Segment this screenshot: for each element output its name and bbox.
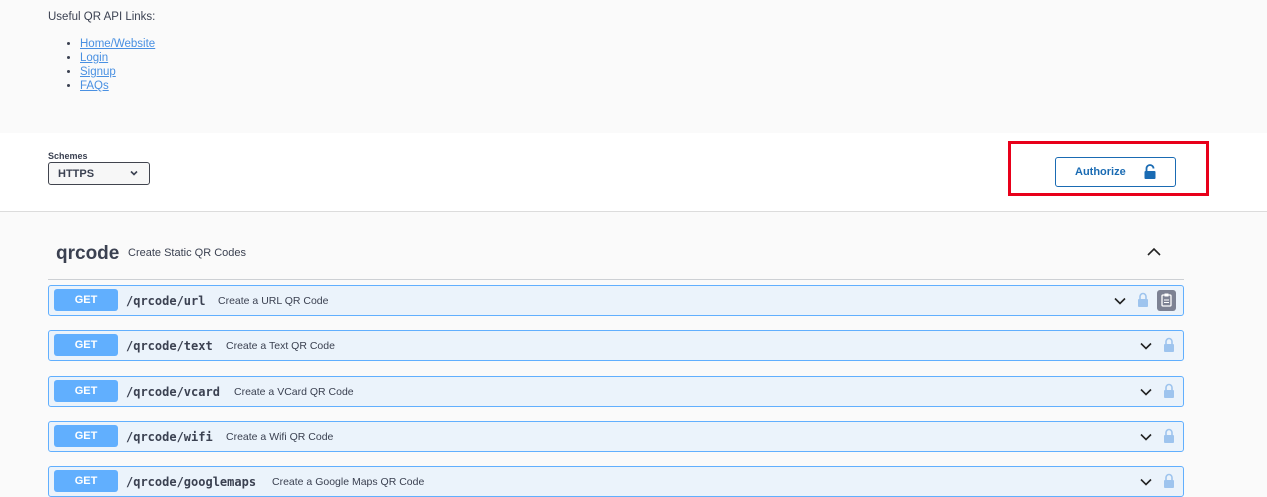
operation-get-qrcode-googlemaps[interactable]: GET /qrcode/googlemaps Create a Google M… (48, 466, 1184, 497)
operation-path: /qrcode/wifi (126, 430, 213, 444)
link-item: Signup (80, 65, 155, 79)
operation-summary: Create a VCard QR Code (234, 386, 354, 398)
method-badge: GET (54, 470, 118, 492)
chevron-up-icon[interactable] (1146, 246, 1162, 258)
link-item: Home/Website (80, 37, 155, 51)
lock-icon[interactable] (1163, 383, 1175, 399)
lock-icon[interactable] (1163, 337, 1175, 353)
chevron-down-icon[interactable] (1139, 476, 1153, 488)
chevron-down-icon[interactable] (1139, 431, 1153, 443)
operation-summary: Create a URL QR Code (218, 295, 329, 307)
method-badge: GET (54, 334, 118, 356)
chevron-down-icon[interactable] (1139, 386, 1153, 398)
authorize-button[interactable]: Authorize (1055, 157, 1176, 187)
method-badge: GET (54, 380, 118, 402)
link-item: Login (80, 51, 155, 65)
lock-icon[interactable] (1163, 428, 1175, 444)
lock-icon[interactable] (1137, 292, 1149, 308)
operation-path: /qrcode/text (126, 339, 213, 353)
info-section: Useful QR API Links: Home/Website Login … (0, 0, 1267, 133)
copy-to-clipboard-button[interactable] (1157, 290, 1176, 311)
home-website-link[interactable]: Home/Website (80, 38, 155, 50)
operation-path: /qrcode/url (126, 294, 206, 308)
operation-get-qrcode-wifi[interactable]: GET /qrcode/wifi Create a Wifi QR Code (48, 421, 1184, 452)
lock-icon[interactable] (1163, 473, 1175, 489)
method-badge: GET (54, 289, 118, 311)
method-badge: GET (54, 425, 118, 447)
chevron-down-icon[interactable] (1113, 295, 1127, 307)
schemes-label: Schemes (48, 151, 88, 161)
operation-get-qrcode-vcard[interactable]: GET /qrcode/vcard Create a VCard QR Code (48, 376, 1184, 407)
clipboard-icon (1161, 293, 1172, 307)
chevron-down-icon (130, 170, 138, 176)
login-link[interactable]: Login (80, 52, 108, 64)
schemes-selected-value: HTTPS (58, 168, 95, 180)
signup-link[interactable]: Signup (80, 66, 116, 78)
operation-get-qrcode-url[interactable]: GET /qrcode/url Create a URL QR Code (48, 285, 1184, 316)
intro-text: Useful QR API Links: (48, 11, 156, 23)
operation-path: /qrcode/googlemaps (126, 475, 257, 489)
operation-summary: Create a Google Maps QR Code (272, 476, 425, 488)
link-item: FAQs (80, 79, 155, 93)
operation-get-qrcode-text[interactable]: GET /qrcode/text Create a Text QR Code (48, 330, 1184, 361)
operation-summary: Create a Wifi QR Code (226, 431, 334, 443)
tag-name: qrcode (56, 243, 120, 264)
tag-header-qrcode[interactable]: qrcode Create Static QR Codes (48, 234, 1184, 280)
links-list: Home/Website Login Signup FAQs (48, 37, 155, 93)
schemes-select[interactable]: HTTPS (48, 162, 150, 185)
unlocked-icon (1144, 164, 1156, 179)
tag-description: Create Static QR Codes (128, 247, 246, 259)
operation-summary: Create a Text QR Code (226, 340, 335, 352)
faqs-link[interactable]: FAQs (80, 80, 109, 92)
chevron-down-icon[interactable] (1139, 340, 1153, 352)
operation-path: /qrcode/vcard (126, 385, 220, 399)
authorize-label: Authorize (1075, 166, 1126, 178)
